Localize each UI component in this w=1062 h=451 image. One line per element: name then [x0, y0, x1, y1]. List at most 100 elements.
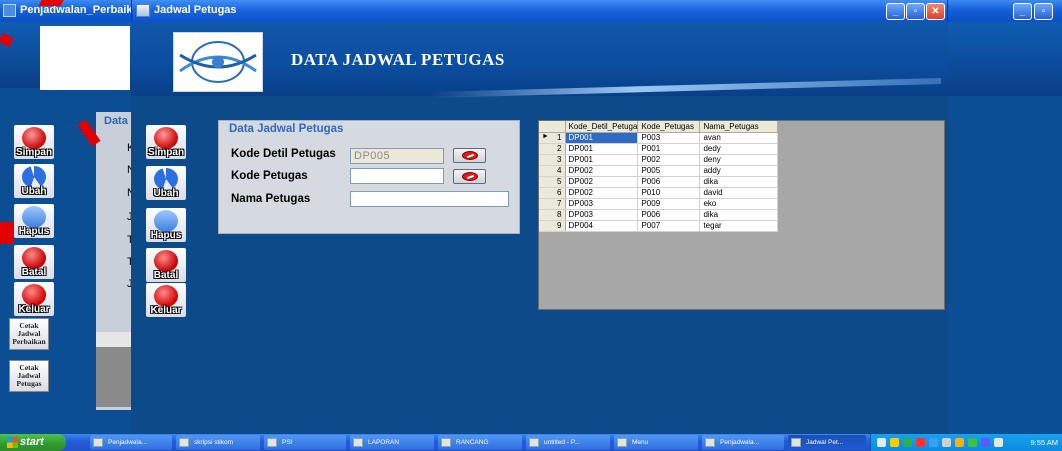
- main-titlebar[interactable]: Jadwal Petugas _ ▫ ✕: [131, 0, 948, 22]
- minimize-button[interactable]: _: [886, 3, 905, 20]
- print-officer-schedule-button[interactable]: Cetak Jadwal Petugas: [9, 360, 49, 392]
- edit-button[interactable]: Ubah: [146, 166, 186, 200]
- table-row[interactable]: 5 DP002 P006 dika: [539, 176, 779, 188]
- exit-button[interactable]: Keluar: [146, 283, 186, 317]
- grid-cell[interactable]: david: [699, 187, 779, 199]
- table-row[interactable]: ► 1 DP001 P003 avan: [539, 132, 779, 144]
- grid-cell[interactable]: P007: [637, 220, 701, 232]
- tray-icon[interactable]: [903, 438, 912, 447]
- grid-cell[interactable]: DP004: [565, 220, 639, 232]
- schedule-grid[interactable]: Kode_Detil_Petuga Kode_Petugas Nama_Petu…: [538, 120, 945, 310]
- table-row[interactable]: 2 DP001 P001 dedy: [539, 143, 779, 155]
- table-row[interactable]: 6 DP002 P010 david: [539, 187, 779, 199]
- cancel-icon: [154, 250, 178, 272]
- refresh-icon: [22, 166, 46, 188]
- bg-edit-button[interactable]: Ubah: [14, 164, 54, 198]
- bg-save-button[interactable]: Simpan: [14, 125, 54, 159]
- print-repair-schedule-button[interactable]: Cetak Jadwal Perbaikan: [9, 318, 49, 350]
- search-detil-button[interactable]: [453, 148, 486, 163]
- cancel-button[interactable]: Batal: [146, 248, 186, 282]
- table-row[interactable]: 9 DP004 P007 tegar: [539, 220, 779, 232]
- grid-cell[interactable]: P006: [637, 209, 701, 221]
- maximize-button[interactable]: ▫: [906, 3, 925, 20]
- button-label: Keluar: [150, 305, 182, 316]
- taskbar-item-label: RANCANG: [456, 439, 489, 446]
- column-header[interactable]: Kode_Detil_Petuga: [565, 121, 639, 133]
- grid-cell[interactable]: P002: [637, 154, 701, 166]
- delete-button[interactable]: Hapus: [146, 208, 186, 242]
- grid-cell[interactable]: P003: [637, 132, 701, 144]
- search-petugas-button[interactable]: [453, 169, 486, 184]
- tray-icon[interactable]: [994, 438, 1003, 447]
- grid-cell[interactable]: addy: [699, 165, 779, 177]
- bg-cancel-button[interactable]: Batal: [14, 245, 54, 279]
- taskbar-item[interactable]: skripsi stikom: [176, 435, 260, 450]
- close-button[interactable]: ✕: [926, 3, 945, 20]
- grid-cell[interactable]: DP001: [565, 154, 639, 166]
- taskbar-item[interactable]: Penjadwala...: [90, 435, 172, 450]
- folder-icon: [267, 438, 277, 447]
- grid-cell[interactable]: tegar: [699, 220, 779, 232]
- grid-cell[interactable]: P010: [637, 187, 701, 199]
- kode-detil-petugas-field[interactable]: DP005: [350, 148, 444, 164]
- grid-cell[interactable]: DP001: [565, 143, 639, 155]
- taskbar-item-active[interactable]: Jadwal Pet...: [788, 435, 866, 450]
- grid-cell[interactable]: DP002: [565, 187, 639, 199]
- bg-exit-button[interactable]: Keluar: [14, 282, 54, 316]
- tray-icon[interactable]: [955, 438, 964, 447]
- grid-cell[interactable]: DP003: [565, 198, 639, 210]
- taskbar-item[interactable]: LAPORAN: [350, 435, 434, 450]
- tray-icon[interactable]: [929, 438, 938, 447]
- taskbar-item[interactable]: RANCANG: [438, 435, 522, 450]
- start-button[interactable]: start: [0, 434, 66, 451]
- minimize-button[interactable]: _: [1013, 3, 1032, 20]
- grid-cell[interactable]: deny: [699, 154, 779, 166]
- grid-cell[interactable]: P005: [637, 165, 701, 177]
- grid-cell[interactable]: DP002: [565, 165, 639, 177]
- grid-cell[interactable]: DP002: [565, 176, 639, 188]
- grid-cell[interactable]: P001: [637, 143, 701, 155]
- grid-cell[interactable]: eko: [699, 198, 779, 210]
- table-row[interactable]: 3 DP001 P002 deny: [539, 154, 779, 166]
- taskbar-item[interactable]: Menu: [614, 435, 698, 450]
- grid-cell[interactable]: DP001: [565, 132, 639, 144]
- grid-cell[interactable]: P006: [637, 176, 701, 188]
- grid-cell[interactable]: dika: [699, 176, 779, 188]
- row-header[interactable]: 3: [539, 154, 566, 166]
- row-header[interactable]: 6: [539, 187, 566, 199]
- nama-petugas-field[interactable]: [350, 191, 509, 207]
- save-button[interactable]: Simpan: [146, 125, 186, 159]
- grid-cell[interactable]: dika: [699, 209, 779, 221]
- grid-cell[interactable]: P009: [637, 198, 701, 210]
- tray-icon[interactable]: [916, 438, 925, 447]
- table-row[interactable]: 8 DP003 P006 dika: [539, 209, 779, 221]
- column-header[interactable]: Kode_Petugas: [637, 121, 701, 133]
- grid-cell[interactable]: avan: [699, 132, 779, 144]
- row-header[interactable]: 5: [539, 176, 566, 188]
- row-header[interactable]: 9: [539, 220, 566, 232]
- taskbar-item[interactable]: PSI: [264, 435, 346, 450]
- row-header[interactable]: ► 1: [539, 132, 566, 144]
- tray-icon[interactable]: [890, 438, 899, 447]
- bg-delete-button[interactable]: Hapus: [14, 204, 54, 238]
- tray-icon[interactable]: [942, 438, 951, 447]
- grid-cell[interactable]: dedy: [699, 143, 779, 155]
- row-header[interactable]: 7: [539, 198, 566, 210]
- current-row-arrow-icon: ►: [542, 133, 549, 140]
- tray-icon[interactable]: [968, 438, 977, 447]
- tray-icon[interactable]: [981, 438, 990, 447]
- trash-icon: [154, 210, 178, 232]
- table-row[interactable]: 4 DP002 P005 addy: [539, 165, 779, 177]
- cancel-icon: [22, 247, 46, 269]
- taskbar-item[interactable]: Penjadwala...: [702, 435, 784, 450]
- grid-cell[interactable]: DP003: [565, 209, 639, 221]
- kode-petugas-field[interactable]: [350, 168, 444, 184]
- tray-icon[interactable]: [877, 438, 886, 447]
- row-header[interactable]: 8: [539, 209, 566, 221]
- taskbar-item[interactable]: untitled - P...: [526, 435, 610, 450]
- maximize-button[interactable]: ▫: [1034, 3, 1053, 20]
- row-header[interactable]: 4: [539, 165, 566, 177]
- table-row[interactable]: 7 DP003 P009 eko: [539, 198, 779, 210]
- row-header[interactable]: 2: [539, 143, 566, 155]
- column-header[interactable]: Nama_Petugas: [699, 121, 779, 133]
